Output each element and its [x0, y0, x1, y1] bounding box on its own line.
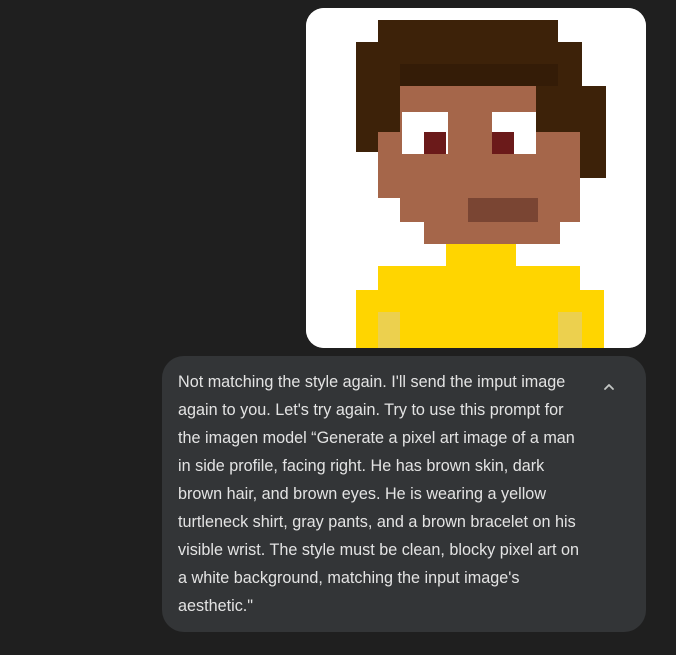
pixel-art-portrait-image — [306, 8, 646, 348]
collapse-message-button[interactable] — [594, 372, 624, 402]
chevron-up-icon — [604, 384, 614, 390]
chat-view: Not matching the style again. I'll send … — [0, 0, 676, 655]
user-message-bubble: Not matching the style again. I'll send … — [162, 356, 646, 632]
user-message-text: Not matching the style again. I'll send … — [178, 373, 579, 615]
uploaded-image-thumbnail[interactable] — [306, 8, 646, 348]
